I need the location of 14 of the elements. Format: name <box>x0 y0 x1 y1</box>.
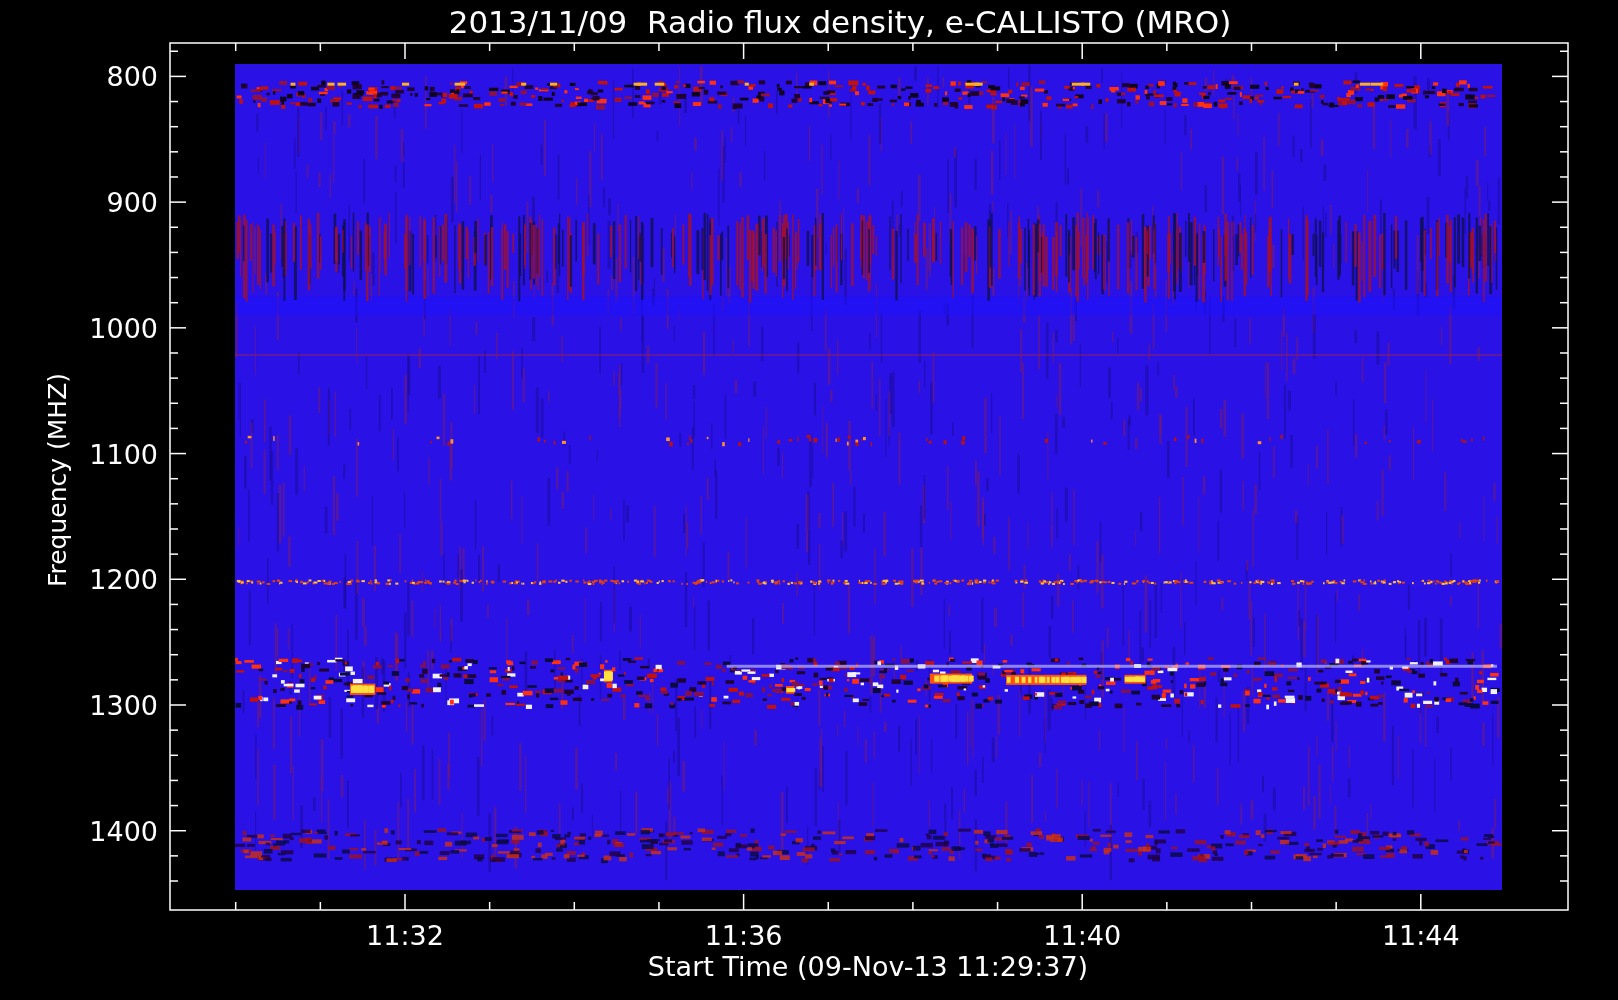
y-tick-label: 800 <box>106 61 158 93</box>
y-tick-label: 1100 <box>89 438 158 470</box>
x-tick-label: 11:40 <box>1043 920 1122 951</box>
x-tick-label: 11:36 <box>704 920 783 951</box>
x-tick-label: 11:32 <box>366 920 444 951</box>
x-axis-label: Start Time (09-Nov-13 11:29:37) <box>647 951 1089 982</box>
y-tick-label: 1200 <box>89 564 158 596</box>
x-tick-label: 11:44 <box>1381 920 1460 951</box>
y-axis-label: Frequency (MHZ) <box>43 372 72 588</box>
chart-title: 2013/11/09 Radio flux density, e-CALLISTO (MRO) <box>448 4 1232 40</box>
y-tick-label: 1400 <box>89 815 158 847</box>
y-tick-label: 1300 <box>89 690 158 721</box>
y-tick-label: 1000 <box>89 312 158 344</box>
y-tick-label: 900 <box>106 187 158 219</box>
